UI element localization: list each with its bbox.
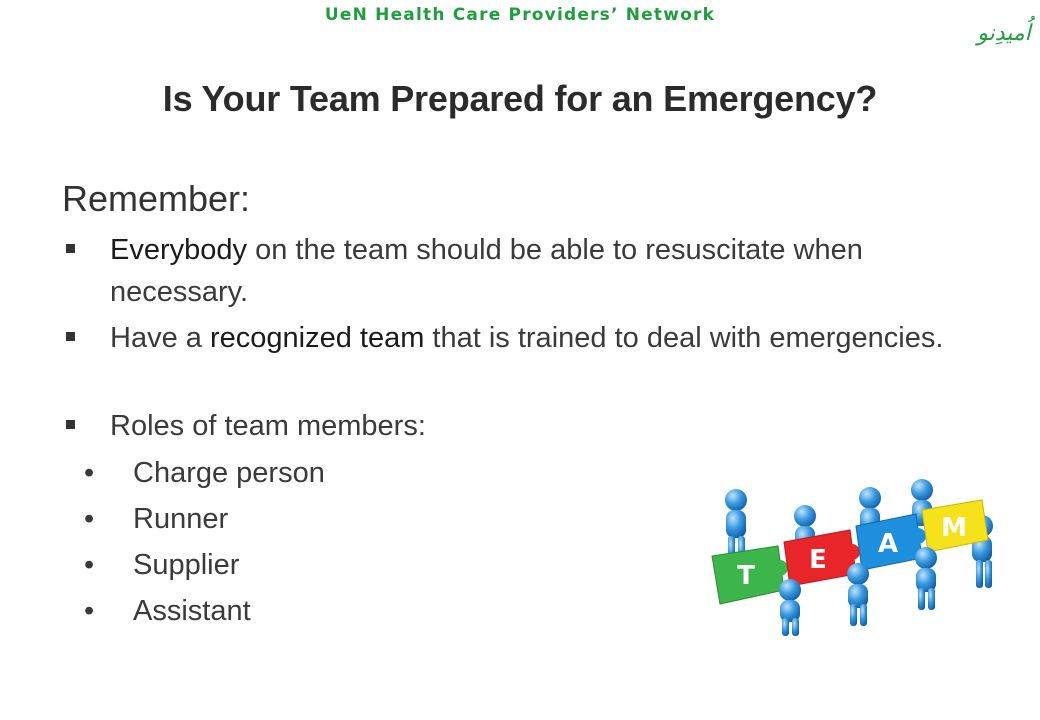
- logo-text: اُمیدِنو: [974, 15, 1035, 46]
- bullet-emphasis: recognized team: [209, 322, 425, 354]
- remember-heading: Remember:: [62, 178, 251, 219]
- puzzle-letter-e: E: [809, 545, 827, 575]
- role-label: Runner: [133, 503, 229, 535]
- team-puzzle-illustration: T E A M: [711, 479, 993, 636]
- dot-bullet-icon: •: [84, 457, 95, 489]
- dot-bullet-icon: •: [84, 595, 95, 627]
- puzzle-letter-t: T: [737, 561, 755, 591]
- square-bullet-icon: [66, 420, 75, 429]
- network-name: UeN Health Care Providers’ Network: [324, 5, 716, 25]
- bullet-emphasis: Everybody: [110, 234, 248, 266]
- bullet-pre: Have a: [110, 322, 210, 354]
- square-bullet-icon: [66, 244, 75, 253]
- dot-bullet-icon: •: [84, 503, 95, 535]
- square-bullet-icon: [66, 332, 75, 341]
- role-label: Supplier: [133, 549, 240, 581]
- puzzle-letter-a: A: [878, 529, 898, 559]
- bullet-text: Have a recognized team that is trained t…: [110, 317, 960, 359]
- slide-title: Is Your Team Prepared for an Emergency?: [162, 78, 878, 119]
- bullet-rest: that is trained to deal with emergencies…: [424, 322, 944, 354]
- role-label: Charge person: [133, 457, 325, 489]
- umeed-e-nau-logo: اُمیدِنو: [974, 15, 1035, 46]
- bullet-text: Everybody on the team should be able to …: [110, 229, 960, 313]
- puzzle-letter-m: M: [941, 513, 967, 543]
- bullet-text: Roles of team members:: [110, 410, 426, 442]
- role-label: Assistant: [133, 595, 251, 627]
- dot-bullet-icon: •: [84, 549, 95, 581]
